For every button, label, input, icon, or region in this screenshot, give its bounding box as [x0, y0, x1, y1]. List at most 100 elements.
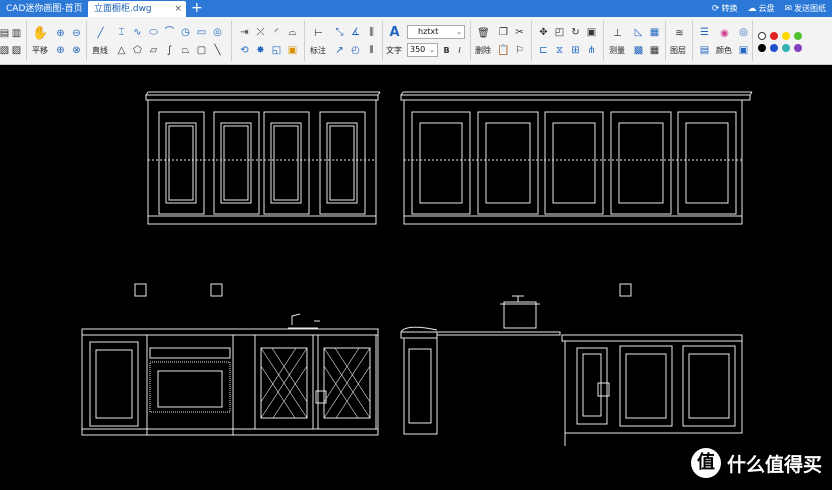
- break-icon[interactable]: ⋔: [585, 44, 598, 57]
- rotate-object-icon[interactable]: ↻: [569, 26, 582, 39]
- chamfer-icon[interactable]: ⌓: [286, 26, 299, 39]
- extend-icon[interactable]: ⤫: [254, 26, 267, 39]
- bold-button[interactable]: B: [440, 44, 453, 57]
- swatch-red[interactable]: [770, 32, 778, 40]
- triangle-icon[interactable]: △: [115, 44, 128, 57]
- lower-cabinet-right: [400, 295, 743, 446]
- pan-hand-icon[interactable]: ✋: [32, 27, 48, 40]
- swatch-purple[interactable]: [794, 44, 802, 52]
- zoom-out-icon[interactable]: ⊖: [70, 27, 83, 40]
- spline-icon[interactable]: ∿: [131, 26, 144, 39]
- circle-icon[interactable]: ◷: [179, 26, 192, 39]
- cut-icon[interactable]: ✂: [513, 26, 526, 39]
- offset-icon[interactable]: ◱: [270, 44, 283, 57]
- cloud-button[interactable]: ☁ 云盘: [747, 3, 774, 14]
- cloud-label: 云盘: [758, 4, 775, 13]
- paste-icon[interactable]: 📋: [497, 44, 510, 57]
- line-label: 直线: [92, 46, 108, 55]
- color-wheel-icon[interactable]: ◉: [718, 27, 731, 40]
- match-prop-icon[interactable]: ⚐: [513, 44, 526, 57]
- counter-icon[interactable]: ▦: [648, 26, 661, 39]
- trapezoid-icon[interactable]: ⏢: [179, 44, 192, 57]
- italic-button[interactable]: I: [453, 44, 466, 57]
- radius-dim-icon[interactable]: ◴: [349, 44, 362, 57]
- font-select-value: hztxt: [418, 27, 439, 36]
- fillet-icon[interactable]: ◜: [270, 26, 283, 39]
- parallelogram-icon[interactable]: ▱: [147, 44, 160, 57]
- block-icon[interactable]: ▣: [286, 44, 299, 57]
- mirror-icon[interactable]: ⧖: [553, 44, 566, 57]
- aligned-dim-icon[interactable]: ⤡: [333, 26, 346, 39]
- zoom-extents-icon[interactable]: ⊗: [70, 44, 83, 57]
- stretch-icon[interactable]: ◰: [553, 26, 566, 39]
- line-icon[interactable]: ╱: [94, 27, 107, 40]
- cloud-icon: ☁: [747, 3, 757, 14]
- copy-icon[interactable]: ❐: [497, 26, 510, 39]
- angular-dim-icon[interactable]: ∡: [349, 26, 362, 39]
- array-icon[interactable]: ⊏: [537, 44, 550, 57]
- area-icon[interactable]: ◺: [632, 26, 645, 39]
- rounded-rect-icon[interactable]: ▢: [195, 44, 208, 57]
- feedback-icon: ✉: [784, 3, 792, 14]
- tab-home-label: CAD迷你画图-首页: [6, 4, 83, 14]
- chevron-down-icon: ⌄: [456, 28, 462, 36]
- drawing-canvas[interactable]: 值 什么值得买: [0, 66, 832, 490]
- save-file-icon[interactable]: ▥: [10, 27, 23, 40]
- dimension-icon[interactable]: ⊢: [312, 27, 325, 40]
- chevron-down-icon: ⌄: [429, 46, 435, 54]
- measure-icon[interactable]: ⊥: [611, 27, 624, 40]
- font-select[interactable]: hztxt ⌄: [407, 25, 465, 39]
- trash-icon[interactable]: 🗑: [477, 27, 490, 40]
- image-icon[interactable]: ▨: [10, 44, 23, 57]
- color-label: 颜色: [716, 46, 732, 55]
- freehand-icon[interactable]: ∫: [163, 44, 176, 57]
- swatch-black[interactable]: [758, 44, 766, 52]
- layers-icon[interactable]: ≋: [673, 27, 686, 40]
- tab-drawing[interactable]: 立面橱柜.dwg ×: [88, 1, 186, 17]
- convert-label: 转换: [721, 4, 738, 13]
- swatch-green[interactable]: [794, 32, 802, 40]
- size-select[interactable]: 350 ⌄: [407, 43, 438, 57]
- leader-icon[interactable]: ↗: [333, 44, 346, 57]
- text-icon[interactable]: A: [388, 26, 401, 39]
- polyline-icon[interactable]: ⌶: [115, 26, 128, 39]
- text-label: 文字: [386, 46, 402, 55]
- swatch-cyan[interactable]: [782, 44, 790, 52]
- watermark-logo: 值: [690, 448, 721, 478]
- swatch-white[interactable]: [758, 32, 766, 40]
- add-tab-button[interactable]: +: [191, 0, 203, 16]
- send-drawing-button[interactable]: ✉ 发送图纸: [784, 3, 826, 14]
- ellipse-icon[interactable]: ⬭: [147, 26, 160, 39]
- align-icon[interactable]: ⊞: [569, 44, 582, 57]
- table-icon[interactable]: ▦: [648, 44, 661, 57]
- picture-icon[interactable]: ▩: [632, 44, 645, 57]
- ray-icon[interactable]: ╲: [211, 44, 224, 57]
- size-select-value: 350: [410, 45, 426, 54]
- baseline-dim-icon[interactable]: ⫴: [365, 44, 378, 57]
- zoom-in-icon[interactable]: ⊕: [54, 27, 67, 40]
- send-drawing-label: 发送图纸: [794, 4, 826, 13]
- lineweight-icon[interactable]: ▤: [698, 44, 711, 57]
- rotate-icon[interactable]: ⟲: [238, 44, 251, 57]
- tab-close-icon[interactable]: ×: [174, 1, 182, 17]
- trim-icon[interactable]: ⇥: [238, 26, 251, 39]
- color-picker-icon[interactable]: ◎: [737, 26, 750, 39]
- rectangle-icon[interactable]: ▭: [195, 26, 208, 39]
- scale-icon[interactable]: ✸: [254, 44, 267, 57]
- move-icon[interactable]: ✥: [537, 26, 550, 39]
- upper-cabinet-left: [145, 91, 381, 225]
- swatch-yellow[interactable]: [782, 32, 790, 40]
- linetype-icon[interactable]: ☰: [698, 26, 711, 39]
- continue-dim-icon[interactable]: ⫼: [365, 26, 378, 39]
- title-actions: ⟳ 转换 ☁ 云盘 ✉ 发送图纸: [712, 0, 826, 17]
- swatch-blue[interactable]: [770, 44, 778, 52]
- explode-icon[interactable]: ▣: [585, 26, 598, 39]
- tab-home[interactable]: CAD迷你画图-首页: [0, 1, 86, 17]
- watermark: 值 什么值得买: [690, 448, 822, 478]
- convert-button[interactable]: ⟳ 转换: [712, 3, 738, 14]
- fill-icon[interactable]: ▣: [737, 44, 750, 57]
- zoom-window-icon[interactable]: ⊕: [54, 44, 67, 57]
- arc-icon[interactable]: ⌒: [163, 26, 176, 39]
- pentagon-icon[interactable]: ⬠: [131, 44, 144, 57]
- revcloud-icon[interactable]: ◎: [211, 26, 224, 39]
